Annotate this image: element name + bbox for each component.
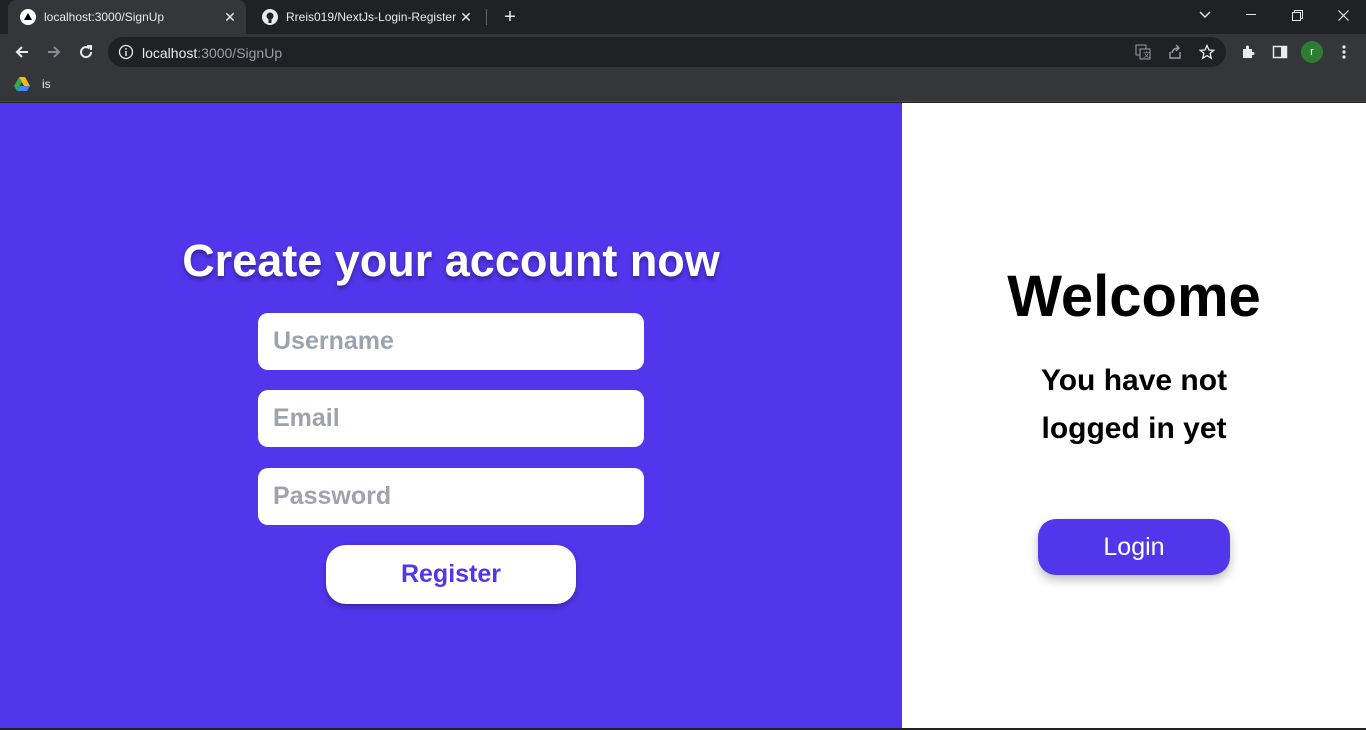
browser-toolbar: localhost:3000/SignUp 文 r bbox=[0, 34, 1366, 70]
svg-text:文: 文 bbox=[1143, 50, 1150, 59]
signup-panel: Create your account now Register bbox=[0, 103, 902, 728]
register-button[interactable]: Register bbox=[326, 545, 576, 604]
tab-title: Rreis019/NextJs-Login-Register-a bbox=[286, 10, 456, 24]
tab-search-icon[interactable] bbox=[1182, 0, 1228, 30]
close-tab-icon[interactable]: ✕ bbox=[220, 7, 240, 27]
forward-icon[interactable] bbox=[40, 38, 68, 66]
url-text: localhost:3000/SignUp bbox=[142, 45, 283, 61]
extensions-icon[interactable] bbox=[1238, 42, 1258, 62]
login-status-text: You have not logged in yet bbox=[1040, 364, 1228, 445]
welcome-panel: Welcome You have not logged in yet Login bbox=[902, 103, 1366, 728]
side-panel-icon[interactable] bbox=[1270, 42, 1290, 62]
minimize-icon[interactable] bbox=[1228, 0, 1274, 30]
translate-icon[interactable]: 文 bbox=[1134, 43, 1152, 61]
page-content: Create your account now Register Welcome… bbox=[0, 103, 1366, 728]
back-icon[interactable] bbox=[8, 38, 36, 66]
welcome-heading: Welcome bbox=[1007, 264, 1261, 329]
nextjs-favicon-icon bbox=[20, 9, 36, 25]
share-icon[interactable] bbox=[1166, 43, 1184, 61]
tab-signup[interactable]: localhost:3000/SignUp ✕ bbox=[8, 0, 246, 34]
profile-avatar[interactable]: r bbox=[1301, 41, 1323, 63]
bookmark-star-icon[interactable] bbox=[1198, 43, 1216, 61]
more-menu-icon[interactable] bbox=[1334, 42, 1354, 62]
bookmark-label: is bbox=[42, 77, 51, 91]
restore-icon[interactable] bbox=[1274, 0, 1320, 30]
github-favicon-icon bbox=[262, 9, 278, 25]
username-input[interactable] bbox=[258, 313, 644, 370]
tab-separator bbox=[486, 9, 487, 25]
login-button[interactable]: Login bbox=[1038, 519, 1230, 575]
new-tab-icon[interactable]: + bbox=[498, 5, 522, 29]
bookmark-item[interactable]: is bbox=[14, 77, 51, 91]
close-tab-icon[interactable]: ✕ bbox=[456, 7, 476, 27]
email-input[interactable] bbox=[258, 390, 644, 447]
bookmarks-bar: is bbox=[0, 70, 1366, 102]
site-info-icon[interactable] bbox=[118, 44, 134, 60]
password-input[interactable] bbox=[258, 468, 644, 525]
reload-icon[interactable] bbox=[72, 38, 100, 66]
address-bar[interactable]: localhost:3000/SignUp 文 bbox=[108, 37, 1226, 67]
google-drive-icon bbox=[14, 77, 30, 91]
tab-title: localhost:3000/SignUp bbox=[44, 10, 165, 24]
signup-heading: Create your account now bbox=[182, 235, 720, 286]
close-window-icon[interactable] bbox=[1320, 0, 1366, 30]
tab-bar: localhost:3000/SignUp ✕ Rreis019/NextJs-… bbox=[0, 0, 1366, 34]
tab-github[interactable]: Rreis019/NextJs-Login-Register-a ✕ bbox=[250, 0, 482, 34]
